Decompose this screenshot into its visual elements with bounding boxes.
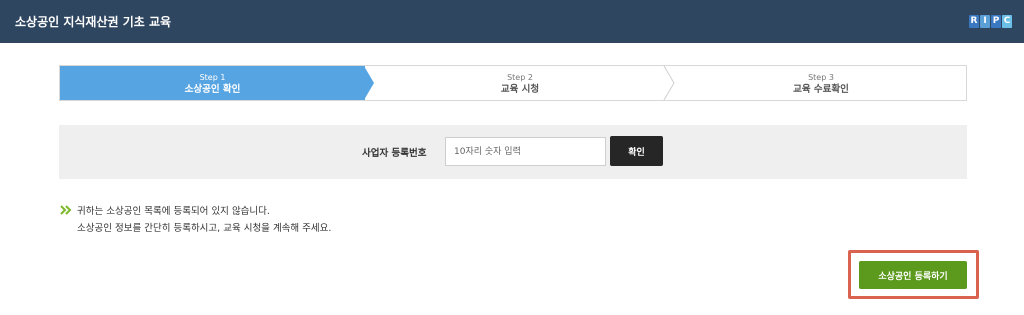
step-number: Step 3 xyxy=(808,73,834,82)
logo-letter: R xyxy=(969,15,979,28)
page-title: 소상공인 지식재산권 기초 교육 xyxy=(15,15,172,29)
double-chevron-right-icon xyxy=(60,205,72,215)
notice-text-line-2: 소상공인 정보를 간단히 등록하시고, 교육 시청을 계속해 주세요. xyxy=(77,223,332,234)
top-bar: 소상공인 지식재산권 기초 교육 R I P C xyxy=(0,0,1024,43)
notice-text-line-1: 귀하는 소상공인 목록에 등록되어 있지 않습니다. xyxy=(77,206,270,217)
step-progress: Step 1 소상공인 확인 Step 2 교육 시청 Step 3 교육 수료… xyxy=(59,65,967,101)
register-small-business-button[interactable]: 소상공인 등록하기 xyxy=(859,261,967,289)
logo-letter: P xyxy=(991,15,1001,28)
step-number: Step 1 xyxy=(199,73,226,82)
confirm-button[interactable]: 확인 xyxy=(610,136,663,166)
step-label: 소상공인 확인 xyxy=(184,84,241,95)
ripc-logo: R I P C xyxy=(969,15,1012,28)
step-divider-icon xyxy=(663,66,675,100)
business-number-input[interactable] xyxy=(445,137,606,166)
step-2: Step 2 교육 시청 xyxy=(375,66,665,100)
step-1: Step 1 소상공인 확인 xyxy=(60,66,365,100)
step-label: 교육 수료확인 xyxy=(793,84,849,95)
step-3: Step 3 교육 수료확인 xyxy=(675,66,967,100)
step-arrow xyxy=(364,66,374,100)
step-label: 교육 시청 xyxy=(500,84,540,95)
step-number: Step 2 xyxy=(507,73,533,82)
logo-letter: I xyxy=(980,15,990,28)
business-number-label: 사업자 등록번호 xyxy=(362,148,427,159)
logo-letter: C xyxy=(1002,15,1012,28)
business-number-form: 사업자 등록번호 확인 xyxy=(59,125,967,179)
main-content: Step 1 소상공인 확인 Step 2 교육 시청 Step 3 교육 수료… xyxy=(0,43,1024,315)
